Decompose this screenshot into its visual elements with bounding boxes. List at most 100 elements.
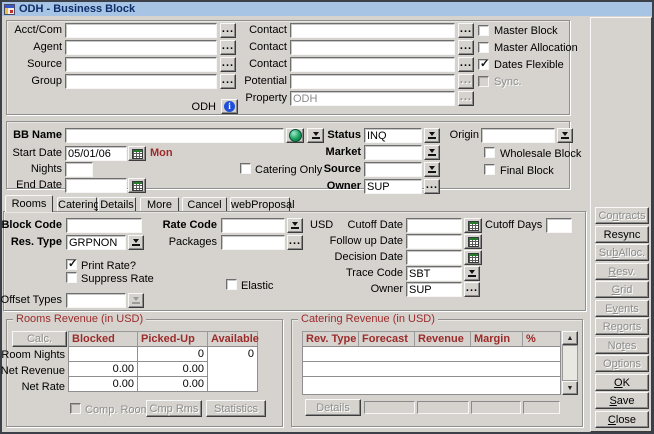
row-label-net-revenue: Net Revenue: [0, 365, 65, 378]
acct-com-input[interactable]: [65, 23, 217, 38]
contact2-input[interactable]: [290, 40, 455, 55]
origin-input[interactable]: [481, 128, 555, 143]
scroll-down-button[interactable]: ▼: [562, 381, 578, 395]
master-allocation-label: Master Allocation: [494, 42, 584, 55]
wholesale-block-checkbox[interactable]: [484, 147, 495, 158]
owner-lov-button[interactable]: ...: [424, 179, 440, 194]
final-block-checkbox[interactable]: [484, 164, 495, 175]
cutoff-date-calendar-button[interactable]: [464, 218, 482, 233]
business-block-window: ODH - Business Block Acct/Com ... Agent …: [0, 0, 654, 434]
calc-button: Calc.: [12, 331, 67, 347]
tab-webproposal[interactable]: webProposal: [230, 197, 290, 212]
market-input[interactable]: [364, 145, 422, 160]
group-input[interactable]: [65, 74, 217, 89]
owner2-lov-button[interactable]: ...: [464, 282, 480, 297]
source-input[interactable]: [65, 57, 217, 72]
block-code-label: Block Code: [0, 219, 62, 232]
decision-date-calendar-button[interactable]: [464, 250, 482, 265]
cell-available: 0: [207, 346, 258, 392]
follow-up-date-input[interactable]: [406, 234, 462, 249]
start-date-weekday: Mon: [150, 147, 180, 160]
owner2-input[interactable]: [406, 282, 462, 297]
details-button: Details: [305, 399, 361, 416]
dates-flexible-checkbox[interactable]: [478, 59, 489, 70]
tab-rooms[interactable]: Rooms: [5, 195, 53, 212]
print-rate-checkbox[interactable]: [66, 259, 77, 270]
info-button[interactable]: i: [221, 99, 238, 114]
agent-input[interactable]: [65, 40, 217, 55]
contact1-input[interactable]: [290, 23, 455, 38]
origin-dropdown-button[interactable]: [557, 128, 573, 143]
res-type-dropdown-button[interactable]: [128, 235, 144, 250]
tab-catering[interactable]: Catering: [57, 197, 97, 212]
owner-input[interactable]: [364, 179, 422, 194]
master-block-label: Master Block: [494, 25, 574, 38]
packages-input[interactable]: [221, 235, 285, 250]
contact3-input[interactable]: [290, 57, 455, 72]
cutoff-date-input[interactable]: [406, 218, 462, 233]
agent-lov-button[interactable]: ...: [220, 40, 236, 55]
potential-input[interactable]: [290, 74, 455, 89]
block-code-input[interactable]: [66, 218, 142, 233]
res-type-input[interactable]: [66, 235, 126, 250]
wholesale-block-label: Wholesale Block: [500, 148, 590, 161]
end-date-input[interactable]: [65, 178, 127, 193]
ok-button[interactable]: OK: [595, 374, 649, 391]
offset-types-input[interactable]: [66, 293, 126, 308]
end-date-calendar-button[interactable]: [128, 178, 146, 193]
scrollbar-track[interactable]: [562, 345, 578, 381]
tab-more[interactable]: More: [140, 197, 179, 212]
contracts-button: Contracts: [595, 207, 649, 224]
reports-button: Reports: [595, 318, 649, 335]
master-block-checkbox[interactable]: [478, 25, 489, 36]
source-label: Source: [4, 58, 62, 71]
start-date-input[interactable]: [65, 146, 127, 161]
owner-label: Owner: [280, 180, 361, 193]
tab-cancel[interactable]: Cancel: [182, 197, 227, 212]
options-button: Options: [595, 355, 649, 372]
bb-name-input[interactable]: [65, 128, 284, 143]
bb-name-label: BB Name: [4, 129, 62, 142]
rooms-revenue-title: Rooms Revenue (in USD): [13, 313, 146, 325]
column-header-revenue: Revenue: [414, 331, 471, 347]
rate-code-input[interactable]: [221, 218, 285, 233]
res-type-label: Res. Type: [0, 236, 62, 249]
catering-row-3: [302, 376, 561, 395]
resync-button[interactable]: Resync: [595, 226, 649, 243]
contact1-lov-button[interactable]: ...: [458, 23, 474, 38]
follow-up-date-calendar-button[interactable]: [464, 234, 482, 249]
start-date-calendar-button[interactable]: [128, 146, 146, 161]
title-bar[interactable]: ODH - Business Block: [2, 2, 652, 16]
contact3-lov-button[interactable]: ...: [458, 57, 474, 72]
acct-com-lov-button[interactable]: ...: [220, 23, 236, 38]
property-code-label: ODH: [184, 101, 216, 114]
trace-code-dropdown-button[interactable]: [464, 266, 480, 281]
contact1-label: Contact: [237, 24, 287, 37]
status-input[interactable]: [364, 128, 422, 143]
nights-input[interactable]: [65, 162, 93, 177]
agent-label: Agent: [4, 41, 62, 54]
percent-total-field: [523, 401, 560, 414]
comp-rooms-label: Comp. Rooms: [85, 404, 155, 417]
catering-only-checkbox[interactable]: [240, 163, 251, 174]
market-dropdown-button[interactable]: [424, 145, 440, 160]
trace-code-input[interactable]: [406, 266, 462, 281]
scroll-up-button[interactable]: ▲: [562, 331, 578, 345]
source-lov-button[interactable]: ...: [220, 57, 236, 72]
contact2-lov-button[interactable]: ...: [458, 40, 474, 55]
row-label-net-rate: Net Rate: [0, 381, 65, 394]
cutoff-days-label: Cutoff Days: [485, 219, 542, 232]
suppress-rate-checkbox[interactable]: [66, 272, 77, 283]
elastic-checkbox[interactable]: [226, 279, 237, 290]
cutoff-days-input[interactable]: [546, 218, 572, 233]
final-block-label: Final Block: [500, 165, 580, 178]
close-button[interactable]: Close: [595, 411, 649, 428]
source-mid-dropdown-button[interactable]: [424, 162, 440, 177]
offset-types-label: Offset Types: [0, 294, 62, 307]
decision-date-input[interactable]: [406, 250, 462, 265]
master-allocation-checkbox[interactable]: [478, 42, 489, 53]
tab-details[interactable]: Details: [98, 197, 136, 212]
save-button[interactable]: Save: [595, 392, 649, 409]
source-mid-input[interactable]: [364, 162, 422, 177]
group-lov-button[interactable]: ...: [220, 74, 236, 89]
